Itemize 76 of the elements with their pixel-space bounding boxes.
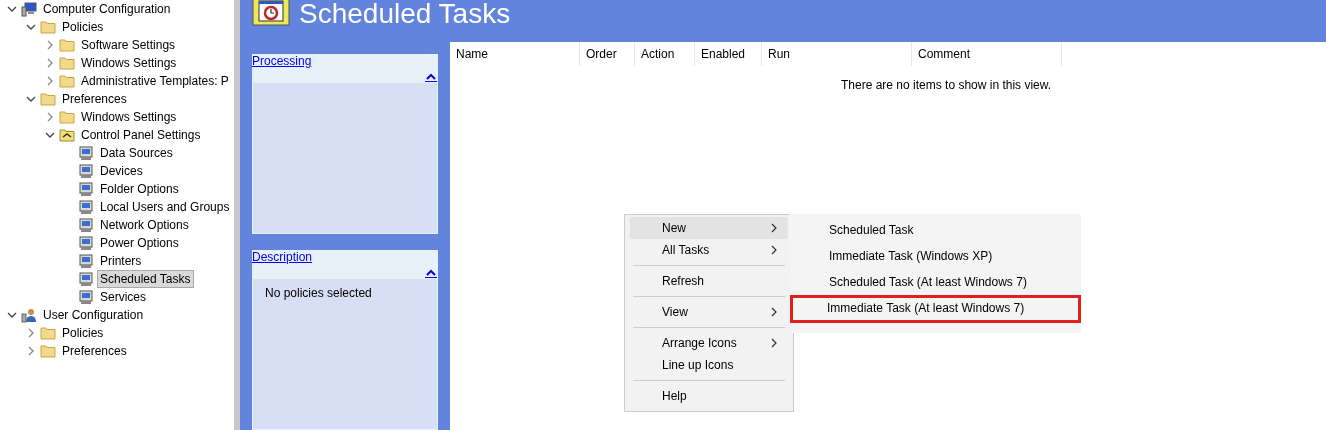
- expand-chevron-icon[interactable]: [45, 58, 55, 68]
- collapse-chevron-icon[interactable]: [45, 130, 55, 140]
- tree-item[interactable]: Scheduled Tasks: [97, 270, 194, 288]
- scheduled-task-icon: [252, 0, 290, 26]
- tree-item[interactable]: Local Users and Groups: [97, 198, 233, 216]
- expand-chevron-icon[interactable]: [26, 328, 36, 338]
- column-header[interactable]: Enabled: [695, 42, 762, 66]
- page-title: Scheduled Tasks: [299, 0, 511, 28]
- tree-item[interactable]: Services: [97, 288, 149, 306]
- tree-item[interactable]: User Configuration: [40, 306, 147, 324]
- tree-item[interactable]: Policies: [59, 324, 107, 342]
- menu-item[interactable]: All Tasks: [630, 239, 788, 261]
- tree-item[interactable]: Windows Settings: [78, 108, 180, 126]
- tree-item[interactable]: Devices: [97, 162, 146, 180]
- section-link[interactable]: Description: [252, 250, 316, 264]
- menu-item[interactable]: Help: [630, 385, 788, 407]
- folder-icon: [59, 56, 75, 70]
- collapse-caret-icon[interactable]: [425, 73, 437, 82]
- settings-item-icon: [78, 217, 94, 233]
- column-header[interactable]: Action: [635, 42, 695, 66]
- section-link[interactable]: Processing: [252, 54, 315, 68]
- column-header[interactable]: Comment: [912, 42, 1062, 66]
- folder-icon: [59, 74, 75, 88]
- settings-item-icon: [78, 235, 94, 251]
- expand-chevron-icon[interactable]: [45, 40, 55, 50]
- tree-item[interactable]: Network Options: [97, 216, 192, 234]
- menu-item[interactable]: View: [630, 301, 788, 323]
- expand-chevron-icon[interactable]: [26, 346, 36, 356]
- folder-icon: [59, 38, 75, 52]
- folder-icon: [40, 344, 56, 358]
- collapse-chevron-icon[interactable]: [7, 4, 17, 14]
- tree-item[interactable]: Computer Configuration: [40, 0, 174, 18]
- collapse-chevron-icon[interactable]: [7, 310, 17, 320]
- settings-item-icon: [78, 271, 94, 287]
- menu-item[interactable]: Scheduled Task (At least Windows 7): [790, 269, 1081, 295]
- settings-item-icon: [78, 163, 94, 179]
- menu-item[interactable]: Line up Icons: [630, 354, 788, 376]
- tree-item[interactable]: Printers: [97, 252, 145, 270]
- settings-item-icon: [78, 181, 94, 197]
- settings-item-icon: [78, 289, 94, 305]
- tree-item[interactable]: Control Panel Settings: [78, 126, 204, 144]
- folder-icon: [40, 326, 56, 340]
- description-text: No policies selected: [265, 286, 372, 300]
- tree-item[interactable]: Administrative Templates: P: [78, 72, 232, 90]
- column-header[interactable]: Run: [762, 42, 912, 66]
- tree-item[interactable]: Power Options: [97, 234, 182, 252]
- folder-icon: [40, 20, 56, 34]
- tree-item[interactable]: Preferences: [59, 90, 130, 108]
- folder-icon: [59, 110, 75, 124]
- folder-icon: [40, 92, 56, 106]
- folder-icon: [59, 128, 75, 142]
- menu-item[interactable]: Refresh: [630, 270, 788, 292]
- expand-chevron-icon[interactable]: [45, 112, 55, 122]
- expand-chevron-icon[interactable]: [45, 76, 55, 86]
- collapse-chevron-icon[interactable]: [26, 22, 36, 32]
- settings-item-icon: [78, 199, 94, 215]
- menu-item[interactable]: Immediate Task (Windows XP): [790, 243, 1081, 269]
- settings-item-icon: [78, 145, 94, 161]
- tree-item[interactable]: Policies: [59, 18, 107, 36]
- menu-item[interactable]: Arrange Icons: [630, 332, 788, 354]
- computer-icon: [21, 1, 37, 17]
- tree-item[interactable]: Windows Settings: [78, 54, 180, 72]
- settings-item-icon: [78, 253, 94, 269]
- column-header[interactable]: Name: [450, 42, 580, 66]
- collapse-caret-icon[interactable]: [425, 269, 437, 278]
- menu-item[interactable]: Immediate Task (At least Windows 7): [790, 295, 1081, 323]
- empty-message: There are no items to show in this view.: [841, 78, 1052, 92]
- menu-item[interactable]: New: [630, 217, 788, 239]
- collapse-chevron-icon[interactable]: [26, 94, 36, 104]
- tree-item[interactable]: Preferences: [59, 342, 130, 360]
- user-icon: [21, 307, 37, 323]
- column-header[interactable]: Order: [580, 42, 635, 66]
- tree-item[interactable]: Software Settings: [78, 36, 179, 54]
- tree-item[interactable]: Folder Options: [97, 180, 182, 198]
- tree-item[interactable]: Data Sources: [97, 144, 176, 162]
- menu-item[interactable]: Scheduled Task: [790, 217, 1081, 243]
